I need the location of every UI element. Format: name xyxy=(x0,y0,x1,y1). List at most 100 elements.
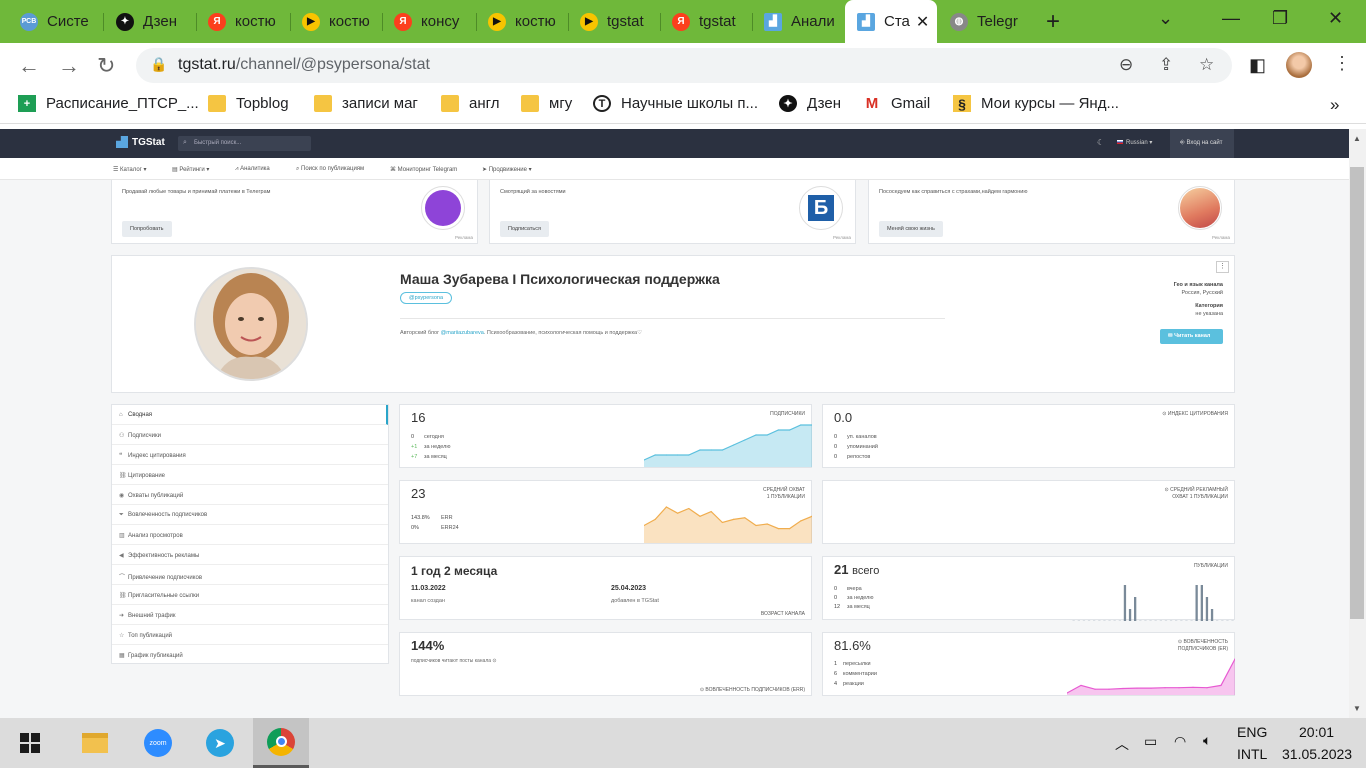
chart-bar xyxy=(1180,620,1183,621)
new-tab-button[interactable]: + xyxy=(1046,8,1060,36)
reload-icon[interactable]: ↻ xyxy=(97,53,115,79)
ad-button[interactable]: Попробовать xyxy=(122,221,172,237)
bookmark[interactable]: M Gmail xyxy=(863,95,930,112)
menu-ratings[interactable]: ▤ Рейтинги ▾ xyxy=(172,166,209,173)
menu-post-search[interactable]: ⌕ Поиск по публикациям xyxy=(296,166,364,173)
address-bar[interactable]: 🔒 tgstat.ru/channel/@psypersona/stat ⊖ ⇪… xyxy=(136,48,1232,83)
close-icon[interactable]: ✕ xyxy=(910,12,929,32)
bookmark[interactable]: § Мои курсы — Янд... xyxy=(953,95,1119,112)
taskbar-zoom[interactable]: zoom xyxy=(130,718,186,768)
sidebar-item-views[interactable]: ▥ Анализ просмотров xyxy=(112,525,388,545)
ad-button[interactable]: Меняй свою жизнь xyxy=(879,221,943,237)
channel-menu-icon[interactable]: ⋮ xyxy=(1216,261,1229,273)
menu-promotion[interactable]: ➤ Продвижение ▾ xyxy=(482,166,532,173)
bookmark[interactable]: англ xyxy=(441,95,500,112)
sidebar-item-subscribers[interactable]: ⚇ Подписчики xyxy=(112,425,388,445)
sidebar-item-reach[interactable]: ◉ Охваты публикаций xyxy=(112,485,388,505)
menu-icon[interactable]: ⋮ xyxy=(1333,53,1351,74)
subscribers-card[interactable]: 16 ПОДПИСЧИКИ 0 сегодня +1 за неделю +7 за … xyxy=(399,404,812,468)
back-icon[interactable]: ← xyxy=(18,53,40,79)
bookmark[interactable]: T Научные школы п... xyxy=(593,95,758,112)
forward-icon[interactable]: → xyxy=(58,53,80,79)
tab[interactable]: Яtgstat xyxy=(660,5,752,38)
menu-catalog[interactable]: ☰ Каталог ▾ xyxy=(113,166,147,173)
menu-analytics[interactable]: ⩘ Аналитика xyxy=(235,166,270,173)
avatar[interactable] xyxy=(1286,52,1312,78)
description-link[interactable]: @mariiazubareva xyxy=(441,330,484,336)
minimize-icon[interactable]: — xyxy=(1222,8,1240,29)
volume-icon[interactable]: 🔈︎ xyxy=(1203,732,1211,749)
tab-active[interactable]: ▟ Ста ✕ xyxy=(845,0,937,43)
sidebar-item-growth[interactable]: ⌒ Привлечение подписчиков xyxy=(112,565,388,585)
taskbar-telegram[interactable]: ➤ xyxy=(192,718,248,768)
share-icon[interactable]: ⇪ xyxy=(1159,55,1173,75)
login-button[interactable]: ⎆ Вход на сайт xyxy=(1170,129,1234,158)
tab[interactable]: Яконсу xyxy=(382,5,476,38)
tab[interactable]: РСВ Систе xyxy=(8,5,104,38)
reach-card[interactable]: 23 СРЕДНИЙ ОХВАТ 1 ПУБЛИКАЦИИ 143.8% ERR 0… xyxy=(399,480,812,544)
er-card[interactable]: 81.6% ⊙ ВОВЛЕЧЕННОСТЬ ПОДПИСЧИКОВ (ER) 1п… xyxy=(822,632,1235,696)
scrollbar[interactable]: ▲ ▼ xyxy=(1349,129,1366,718)
battery-icon[interactable]: ▭ xyxy=(1144,733,1157,750)
tab[interactable]: ▶ костю xyxy=(290,5,382,38)
bookmark[interactable]: мгу xyxy=(521,95,572,112)
sidebar-item-top-posts[interactable]: ☆ Топ публикаций xyxy=(112,625,388,645)
bookmark-star-icon[interactable]: ☆ xyxy=(1199,55,1214,75)
theme-toggle-icon[interactable]: ☾ xyxy=(1097,138,1104,147)
tab[interactable]: ▶ tgstat xyxy=(568,5,660,38)
chart-bar xyxy=(1134,597,1137,621)
bookmark[interactable]: + Расписание_ПТСР_... xyxy=(18,95,199,112)
site-logo[interactable]: TGStat xyxy=(116,136,165,148)
start-button[interactable] xyxy=(2,718,58,768)
scrollbar-thumb[interactable] xyxy=(1350,167,1364,619)
sidebar-item-schedule[interactable]: ▦ График публикаций xyxy=(112,645,388,665)
clock-time[interactable]: 20:01 xyxy=(1299,724,1334,740)
channel-meta: Гео и язык канала Россия, Русский Катего… xyxy=(1173,282,1223,317)
chevron-right-icon[interactable]: » xyxy=(1330,95,1339,115)
bars-icon: ▥ xyxy=(119,533,125,539)
sidebar-item-citation-index[interactable]: ❝ Индекс цитирования xyxy=(112,445,388,465)
err-card[interactable]: 144% подписчиков читают посты канала ⊙ ⊙… xyxy=(399,632,812,696)
sidebar-item-engagement[interactable]: ⏷ Вовлеченность подписчиков xyxy=(112,505,388,525)
taskbar-chrome[interactable] xyxy=(253,718,309,768)
tab-search-icon[interactable]: ⌄ xyxy=(1158,8,1173,29)
zoom-icon[interactable]: ⊖ xyxy=(1119,55,1133,75)
bookmark[interactable]: записи маг xyxy=(314,95,418,112)
window-close-icon[interactable]: ✕ xyxy=(1328,8,1343,29)
sidebar-item-invite-links[interactable]: ⛓Пригласительные ссылки xyxy=(112,585,388,605)
sidebar-item-summary[interactable]: ⌂ Сводная xyxy=(112,405,388,425)
tab[interactable]: ◍ Telegr xyxy=(938,5,1036,38)
tab[interactable]: ▶ костю xyxy=(476,5,568,38)
publications-card[interactable]: 21 всего ПУБЛИКАЦИИ 0 вчера 0 за неделю 12… xyxy=(822,556,1235,621)
clock-date[interactable]: 31.05.2023 xyxy=(1282,746,1352,762)
sidebar-item-ad-efficiency[interactable]: ◀ Эффективность рекламы xyxy=(112,545,388,565)
bookmark[interactable]: ✦ Дзен xyxy=(779,95,841,112)
tab[interactable]: ✦ Дзен xyxy=(104,5,196,38)
read-channel-button[interactable]: ✉ Читать канал xyxy=(1160,329,1223,344)
scroll-down-icon[interactable]: ▼ xyxy=(1353,704,1361,713)
channel-age-card[interactable]: 1 год 2 месяца 11.03.2022 канал создан 2… xyxy=(399,556,812,620)
ad-button[interactable]: Подписаться xyxy=(500,221,549,237)
scroll-up-icon[interactable]: ▲ xyxy=(1353,134,1361,143)
sidebar-item-traffic[interactable]: ➜ Внешний трафик xyxy=(112,605,388,625)
restore-icon[interactable]: ❐ xyxy=(1272,8,1288,29)
chevron-up-icon[interactable]: ︿ xyxy=(1115,734,1129,754)
tab[interactable]: ▟ Анали xyxy=(752,5,844,38)
site-search-input[interactable]: ⌕ Быстрый поиск... xyxy=(178,136,311,151)
sidebar-item-citations[interactable]: ⛓Цитирование xyxy=(112,465,388,485)
taskbar-explorer[interactable] xyxy=(67,718,123,768)
lang-layout[interactable]: INTL xyxy=(1237,746,1267,762)
wifi-icon[interactable]: ◠ xyxy=(1174,733,1186,750)
chart-point xyxy=(800,424,802,426)
citation-index-card[interactable]: 0.0 ⊙ ИНДЕКС ЦИТИРОВАНИЯ 0 уп. каналов 0у… xyxy=(822,404,1235,468)
subscribers-chart xyxy=(644,424,812,467)
channel-handle[interactable]: @psypersona xyxy=(400,292,453,304)
lang-code[interactable]: ENG xyxy=(1237,724,1267,740)
bookmark[interactable]: Topblog xyxy=(208,95,289,112)
menu-monitoring[interactable]: ⌘ Мониторинг Telegram xyxy=(390,166,457,173)
ad-reach-card[interactable]: ⊙ СРЕДНИЙ РЕКЛАМНЫЙ ОХВАТ 1 ПУБЛИКАЦИИ xyxy=(822,480,1235,544)
tab[interactable]: Якостю xyxy=(196,5,290,38)
language-select[interactable]: Russian ▾ xyxy=(1117,139,1152,146)
chart-point xyxy=(654,454,656,456)
side-panel-icon[interactable]: ◧ xyxy=(1249,55,1266,76)
